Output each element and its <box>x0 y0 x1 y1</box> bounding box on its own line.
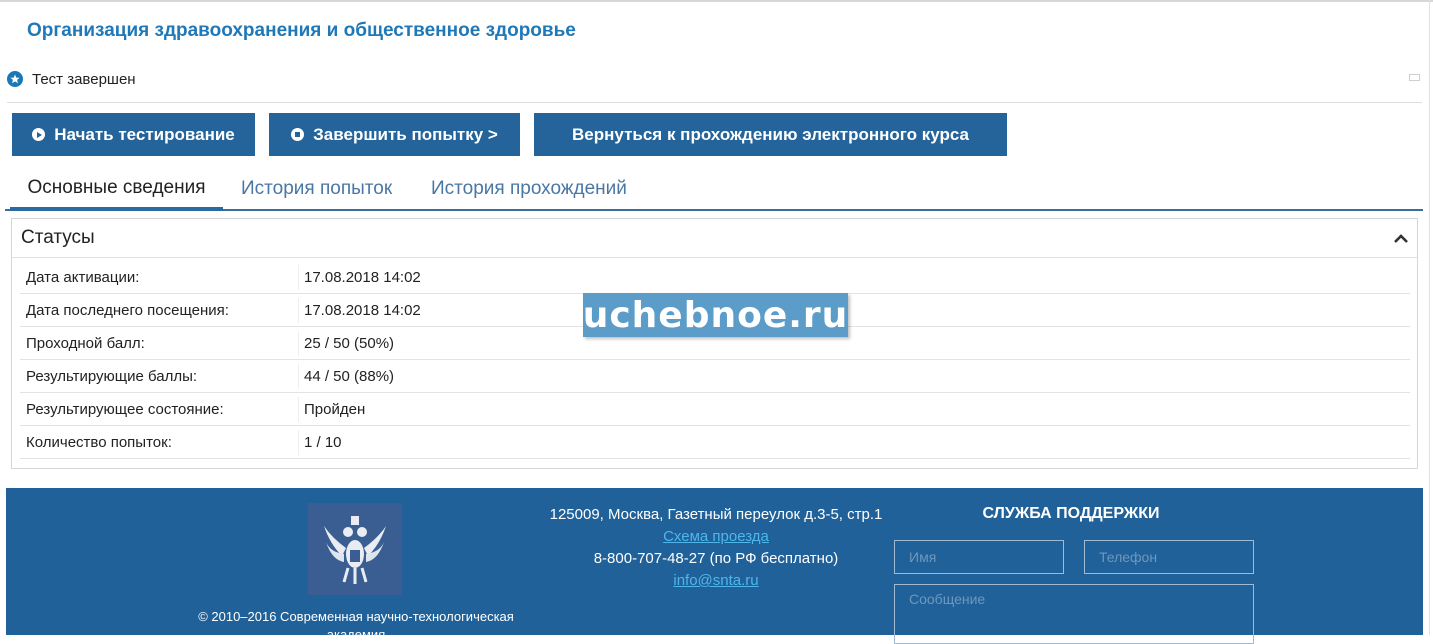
row-label: Результирующие баллы: <box>26 368 198 385</box>
stop-icon <box>291 128 305 141</box>
table-row: Результирующие баллы: 44 / 50 (88%) <box>20 360 1410 393</box>
start-testing-label: Начать тестирование <box>54 124 235 144</box>
message-field[interactable] <box>894 584 1254 644</box>
address-text: 125009, Москва, Газетный переулок д.3-5,… <box>549 506 883 523</box>
phone-text: 8-800-707-48-27 (по РФ бесплатно) <box>593 550 839 567</box>
return-to-course-label: Вернуться к прохождению электронного кур… <box>572 124 969 144</box>
row-value: 1 / 10 <box>304 434 342 451</box>
statuses-panel: Статусы Дата активации: 17.08.2018 14:02… <box>11 218 1418 469</box>
support-title: СЛУЖБА ПОДДЕРЖКИ <box>982 505 1160 522</box>
statuses-panel-header: Статусы <box>12 219 1417 258</box>
page-title: Организация здравоохранения и общественн… <box>27 20 576 41</box>
tab-completion-history[interactable]: История прохождений <box>431 168 627 209</box>
right-border <box>1429 0 1430 635</box>
table-row: Количество попыток: 1 / 10 <box>20 426 1410 459</box>
watermark-logo: uchebnoe.ru <box>582 293 849 337</box>
row-value: Пройден <box>304 401 366 418</box>
top-border <box>0 0 1433 2</box>
tab-bar: Основные сведения История попыток Истори… <box>5 168 1423 211</box>
row-value: 25 / 50 (50%) <box>304 335 395 352</box>
row-value: 44 / 50 (88%) <box>304 368 395 385</box>
table-row: Результирующее состояние: Пройден <box>20 393 1410 426</box>
divider <box>7 102 1422 103</box>
map-link[interactable]: Схема проезда <box>663 528 769 545</box>
name-field[interactable] <box>894 540 1064 574</box>
row-label: Дата активации: <box>26 269 140 286</box>
tab-attempt-history[interactable]: История попыток <box>241 168 392 209</box>
email-link[interactable]: info@snta.ru <box>673 572 758 589</box>
return-to-course-button[interactable]: Вернуться к прохождению электронного кур… <box>534 113 1007 156</box>
row-value: 17.08.2018 14:02 <box>304 269 421 286</box>
status-text: Тест завершен <box>32 70 136 88</box>
collapse-toggle-icon[interactable] <box>1409 74 1420 81</box>
play-icon <box>32 128 46 141</box>
copyright-text: © 2010–2016 Современная научно-технологи… <box>198 609 514 642</box>
emblem-eagle-icon <box>308 503 402 595</box>
star-icon <box>7 71 23 87</box>
statuses-table: Дата активации: 17.08.2018 14:02 Дата по… <box>20 261 1410 459</box>
test-status: Тест завершен <box>7 68 136 90</box>
finish-attempt-label: Завершить попытку > <box>313 124 498 144</box>
table-row: Дата активации: 17.08.2018 14:02 <box>20 261 1410 294</box>
phone-field[interactable] <box>1084 540 1254 574</box>
footer: © 2010–2016 Современная научно-технологи… <box>6 488 1423 644</box>
row-label: Дата последнего посещения: <box>26 302 229 319</box>
finish-attempt-button[interactable]: Завершить попытку > <box>269 113 520 156</box>
contacts: 125009, Москва, Газетный переулок д.3-5,… <box>526 504 906 592</box>
start-testing-button[interactable]: Начать тестирование <box>12 113 255 156</box>
chevron-up-icon[interactable] <box>1393 231 1409 247</box>
row-value: 17.08.2018 14:02 <box>304 302 421 319</box>
row-label: Количество попыток: <box>26 434 172 451</box>
row-label: Результирующее состояние: <box>26 401 224 418</box>
tab-main-info[interactable]: Основные сведения <box>10 168 223 211</box>
row-label: Проходной балл: <box>26 335 145 352</box>
statuses-title: Статусы <box>21 227 95 248</box>
